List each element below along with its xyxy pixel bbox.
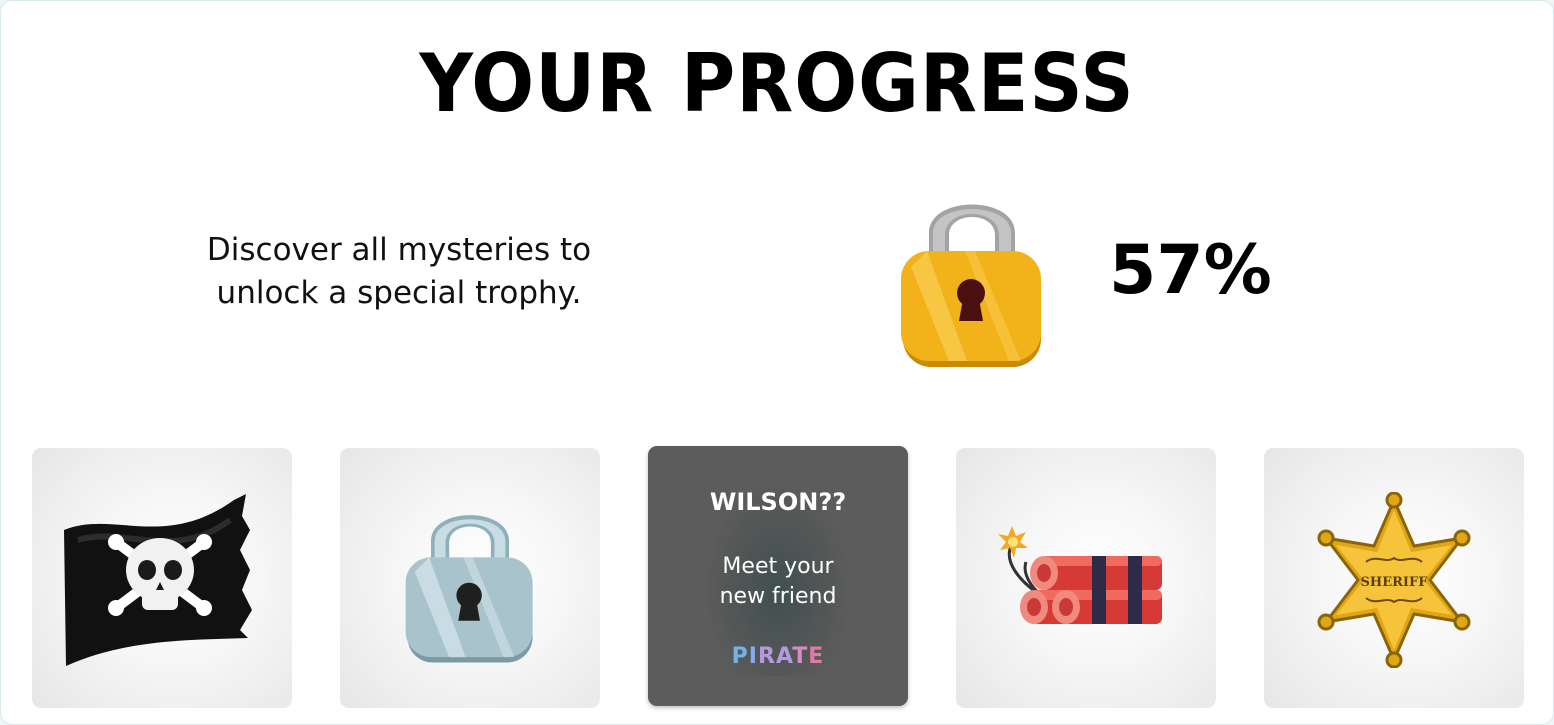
card-description-line-2: new friend [719,584,837,609]
progress-percent: 57% [1109,231,1272,310]
tag-letter: P [731,644,749,669]
tag-letter: T [792,644,809,669]
mystery-card-locked[interactable] [340,448,600,708]
card-description: Meet your new friend [678,552,878,612]
mystery-card-sheriff[interactable]: SHERIFF [1264,448,1524,708]
dynamite-icon [998,526,1162,624]
mystery-card-pirate-flag[interactable] [32,448,292,708]
page-title: YOUR PROGRESS [419,37,1135,131]
card-title: WILSON?? [709,488,847,516]
mystery-card-dynamite[interactable] [956,448,1216,708]
tag-letter: R [757,644,776,669]
tag-letter: A [775,644,793,669]
description-line-1: Discover all mysteries to [206,232,592,268]
mystery-card-wilson[interactable]: WILSON?? Meet your new friend PIRATE [648,446,908,706]
padlock-silver-icon [405,515,533,663]
pirate-flag-icon [64,494,252,666]
tag-letter: I [748,644,758,669]
description-line-2: unlock a special trophy. [216,275,582,311]
sheriff-badge-text: SHERIFF [1361,575,1429,590]
progress-description: Discover all mysteries to unlock a speci… [161,229,637,315]
sheriff-badge-icon: SHERIFF [1317,492,1471,668]
tag-letter: E [808,644,825,669]
card-description-line-1: Meet your [722,554,834,579]
padlock-gold-icon [901,204,1041,367]
progress-panel: YOUR PROGRESS Discover all mysteries to … [0,0,1554,725]
card-tag-pirate: PIRATE [648,644,908,669]
